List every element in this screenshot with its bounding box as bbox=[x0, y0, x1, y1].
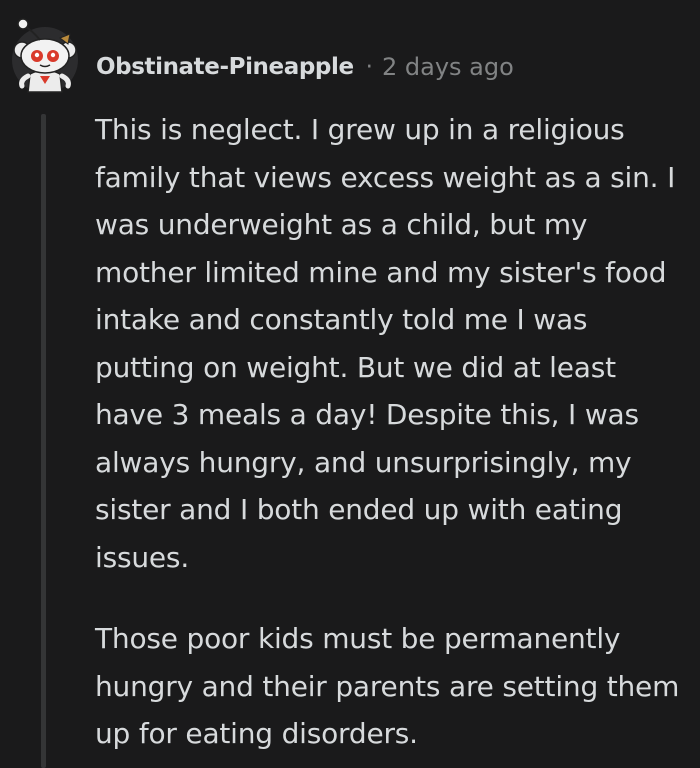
timestamp[interactable]: 2 days ago bbox=[382, 53, 514, 81]
snoo-avatar-icon bbox=[12, 18, 78, 93]
comment-header: Obstinate-Pineapple · 2 days ago bbox=[96, 50, 514, 84]
comment-body: This is neglect. I grew up in a religiou… bbox=[95, 106, 685, 758]
comment: Obstinate-Pineapple · 2 days ago This is… bbox=[0, 0, 700, 768]
avatar[interactable] bbox=[10, 16, 80, 94]
username-link[interactable]: Obstinate-Pineapple bbox=[96, 54, 354, 80]
separator-dot: · bbox=[365, 54, 373, 80]
thread-collapse-line[interactable] bbox=[41, 114, 46, 768]
comment-paragraph: Those poor kids must be permanently hung… bbox=[95, 622, 680, 750]
comment-paragraph: This is neglect. I grew up in a religiou… bbox=[95, 113, 676, 574]
